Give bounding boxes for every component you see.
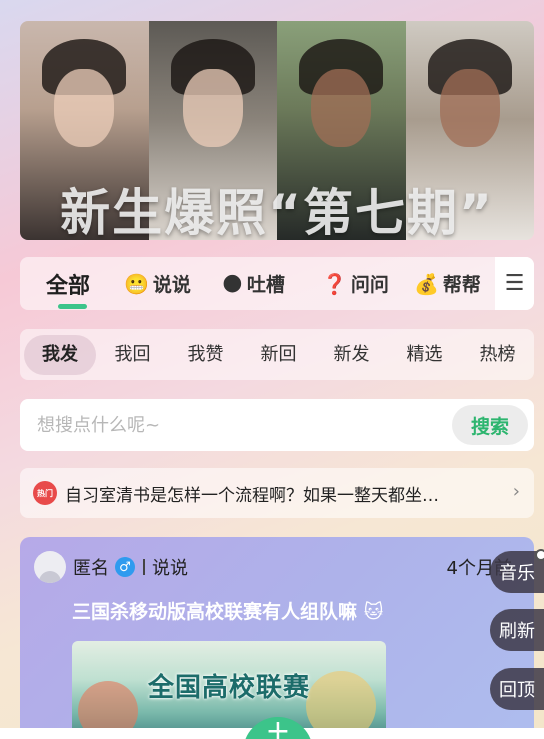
fire-icon: 热门 <box>33 481 57 505</box>
subtab-new-posts[interactable]: 新发 <box>315 335 388 375</box>
hot-topic-text: 自习室清书是怎样一个流程啊？如果一整天都坐… <box>65 485 439 506</box>
chevron-right-icon: › <box>512 481 520 502</box>
tab-bangbang-label: 帮帮 <box>442 274 481 296</box>
post-author: 匿名 <box>73 558 109 579</box>
plus-icon: + <box>265 714 291 739</box>
banner-title: 新生爆照“第七期” <box>60 184 494 240</box>
tab-all-label: 全部 <box>46 273 91 299</box>
subtab-my-replies[interactable]: 我回 <box>96 335 169 375</box>
tab-tucao[interactable]: 🌑 吐槽 <box>222 257 322 310</box>
top-banner[interactable]: 新生爆照“第七期” <box>20 21 534 240</box>
menu-icon[interactable]: ☰ <box>495 257 534 310</box>
search-button[interactable]: 搜索 <box>452 405 528 445</box>
money-bag-icon: 💰 <box>414 271 439 296</box>
subtab-new-replies[interactable]: 新回 <box>242 335 315 375</box>
tab-wenwen-label: 问问 <box>350 274 389 296</box>
grimace-icon: 😬 <box>124 271 149 296</box>
question-mark-icon: ❓ <box>322 271 347 296</box>
avatar[interactable] <box>34 551 66 583</box>
post-title: 三国杀移动版高校联赛有人组队嘛 🐱 <box>72 601 384 623</box>
hot-badge-label: 热门 <box>37 488 53 498</box>
tab-tucao-label: 吐槽 <box>246 274 285 296</box>
refresh-button[interactable]: 刷新 <box>490 609 544 651</box>
filter-tabs: 我发 我回 我赞 新回 新发 精选 热榜 <box>20 329 534 380</box>
search-bar: 搜索 <box>20 399 534 451</box>
search-input[interactable] <box>20 414 452 436</box>
subtab-featured[interactable]: 精选 <box>388 335 461 375</box>
subtab-hot-list[interactable]: 热榜 <box>461 335 534 375</box>
music-indicator-icon <box>535 549 544 561</box>
post-image-text: 全国高校联赛 <box>147 673 310 703</box>
post-header: 匿名 ♂ 说说 4个月前 <box>34 551 524 583</box>
male-icon: ♂ <box>115 557 135 577</box>
tab-wenwen[interactable]: ❓ 问问 <box>322 257 414 310</box>
subtab-my-likes[interactable]: 我赞 <box>169 335 242 375</box>
category-tabs: 全部 😬 说说 🌑 吐槽 ❓ 问问 💰 帮帮 ☰ <box>20 257 534 310</box>
post-card[interactable]: 匿名 ♂ 说说 4个月前 三国杀移动版高校联赛有人组队嘛 🐱 全国高校联赛 <box>20 537 534 739</box>
tab-shuoshuo[interactable]: 😬 说说 <box>124 257 222 310</box>
back-to-top-button[interactable]: 回顶 <box>490 668 544 710</box>
tab-shuoshuo-label: 说说 <box>152 274 191 296</box>
tab-all[interactable]: 全部 <box>46 257 124 310</box>
tab-bangbang[interactable]: 💰 帮帮 <box>414 257 488 310</box>
hot-topic-item[interactable]: 热门 自习室清书是怎样一个流程啊？如果一整天都坐… › <box>20 468 534 518</box>
new-moon-face-icon: 🌑 <box>222 271 243 296</box>
divider <box>143 559 145 575</box>
post-type: 说说 <box>152 558 188 579</box>
post-image[interactable]: 全国高校联赛 <box>72 641 386 739</box>
subtab-my-posts[interactable]: 我发 <box>24 334 96 375</box>
